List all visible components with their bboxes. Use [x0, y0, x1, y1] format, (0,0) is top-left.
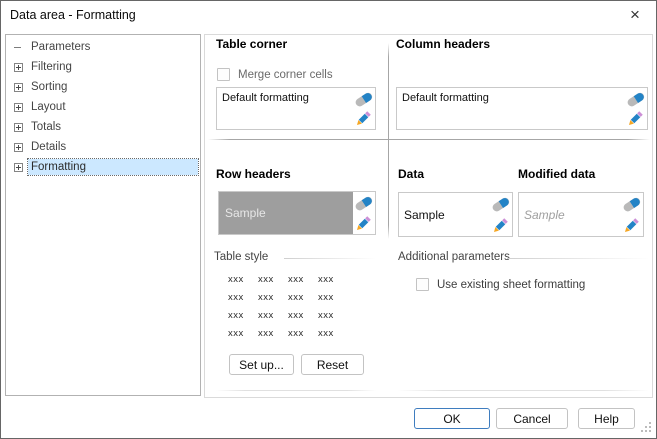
- style-preview-cell: xxx: [318, 328, 348, 346]
- use-existing-sheet-formatting-label: Use existing sheet formatting: [437, 279, 585, 291]
- tree-item-layout[interactable]: Layout: [6, 97, 200, 117]
- tree-item-label: Totals: [28, 119, 198, 135]
- modified-data-sample-text: Sample: [524, 208, 565, 222]
- pencil-icon[interactable]: [354, 110, 373, 127]
- style-preview-cell: xxx: [228, 274, 258, 292]
- reset-button[interactable]: Reset: [301, 354, 364, 375]
- eraser-icon[interactable]: [354, 194, 373, 211]
- tree-item-label: Parameters: [28, 39, 198, 55]
- tree-item-label: Filtering: [28, 59, 198, 75]
- expand-plus-icon[interactable]: [14, 143, 23, 152]
- data-sample-text: Sample: [404, 208, 445, 222]
- right-group-fade: [398, 390, 649, 391]
- pencil-icon[interactable]: [626, 110, 645, 127]
- row-headers-sample-text: Sample: [225, 206, 266, 220]
- eraser-icon[interactable]: [626, 90, 645, 107]
- table-corner-title: Table corner: [216, 37, 287, 51]
- style-preview-cell: xxx: [288, 274, 318, 292]
- table-corner-format-box[interactable]: Default formatting: [216, 87, 376, 130]
- style-preview-cell: xxx: [258, 310, 288, 328]
- column-headers-title: Column headers: [396, 37, 490, 51]
- tree-item-sorting[interactable]: Sorting: [6, 77, 200, 97]
- horizontal-divider: [208, 139, 650, 140]
- column-headers-format-text: Default formatting: [402, 92, 489, 104]
- modified-data-title: Modified data: [518, 167, 595, 181]
- row-headers-sample-box[interactable]: Sample: [218, 191, 376, 235]
- additional-parameters-rule: [507, 258, 650, 259]
- merge-corner-cells-label: Merge corner cells: [238, 69, 333, 81]
- tree-item-formatting[interactable]: Formatting: [6, 157, 200, 177]
- tree-item-label: Sorting: [28, 79, 198, 95]
- pencil-icon[interactable]: [354, 215, 373, 232]
- ok-button[interactable]: OK: [414, 408, 490, 429]
- window-title: Data area - Formatting: [10, 8, 136, 22]
- style-preview-cell: xxx: [228, 310, 258, 328]
- expand-plus-icon[interactable]: [14, 63, 23, 72]
- style-preview-cell: xxx: [228, 292, 258, 310]
- set-up-button[interactable]: Set up...: [229, 354, 294, 375]
- data-sample-box[interactable]: Sample: [398, 192, 513, 237]
- collapse-minus-icon[interactable]: [14, 43, 23, 52]
- style-preview-cell: xxx: [228, 328, 258, 346]
- style-preview-cell: xxx: [288, 292, 318, 310]
- pencil-icon[interactable]: [622, 217, 641, 234]
- row-headers-title: Row headers: [216, 167, 291, 181]
- table-style-label: Table style: [214, 251, 268, 263]
- row-headers-sample-preview: Sample: [219, 192, 353, 234]
- style-preview-cell: xxx: [258, 328, 288, 346]
- help-button[interactable]: Help: [578, 408, 635, 429]
- left-group-fade: [216, 390, 376, 391]
- data-title: Data: [398, 167, 424, 181]
- data-area-formatting-dialog: Data area - Formatting × Parameters Filte…: [0, 0, 657, 439]
- merge-corner-cells-checkbox[interactable]: [217, 68, 230, 81]
- expand-plus-icon[interactable]: [14, 123, 23, 132]
- tree-item-label: Details: [28, 139, 198, 155]
- modified-data-sample-box[interactable]: Sample: [518, 192, 644, 237]
- tree-item-parameters[interactable]: Parameters: [6, 37, 200, 57]
- eraser-icon[interactable]: [354, 90, 373, 107]
- additional-parameters-label: Additional parameters: [398, 251, 510, 263]
- close-icon[interactable]: ×: [621, 4, 649, 26]
- tree-item-filtering[interactable]: Filtering: [6, 57, 200, 77]
- style-preview-cell: xxx: [318, 274, 348, 292]
- tree-item-label: Formatting: [28, 159, 198, 175]
- parameters-tree: Parameters Filtering Sorting Layout Totals De…: [5, 34, 201, 396]
- column-headers-format-box[interactable]: Default formatting: [396, 87, 648, 130]
- vertical-divider: [388, 43, 389, 239]
- table-style-preview: xxxxxxxxxxxxxxxxxxxxxxxxxxxxxxxxxxxxxxxx…: [228, 274, 352, 346]
- style-preview-cell: xxx: [258, 274, 288, 292]
- tree-item-details[interactable]: Details: [6, 137, 200, 157]
- tree-item-label: Layout: [28, 99, 198, 115]
- use-existing-sheet-formatting-checkbox[interactable]: [416, 278, 429, 291]
- style-preview-cell: xxx: [288, 310, 318, 328]
- style-preview-cell: xxx: [258, 292, 288, 310]
- expand-plus-icon[interactable]: [14, 83, 23, 92]
- pencil-icon[interactable]: [491, 217, 510, 234]
- resize-grip-icon[interactable]: [640, 422, 651, 433]
- table-style-rule: [284, 258, 376, 259]
- style-preview-cell: xxx: [318, 310, 348, 328]
- eraser-icon[interactable]: [622, 195, 641, 212]
- style-preview-cell: xxx: [318, 292, 348, 310]
- expand-plus-icon[interactable]: [14, 163, 23, 172]
- tree-item-totals[interactable]: Totals: [6, 117, 200, 137]
- expand-plus-icon[interactable]: [14, 103, 23, 112]
- eraser-icon[interactable]: [491, 195, 510, 212]
- cancel-button[interactable]: Cancel: [496, 408, 568, 429]
- table-corner-format-text: Default formatting: [222, 92, 309, 104]
- style-preview-cell: xxx: [288, 328, 318, 346]
